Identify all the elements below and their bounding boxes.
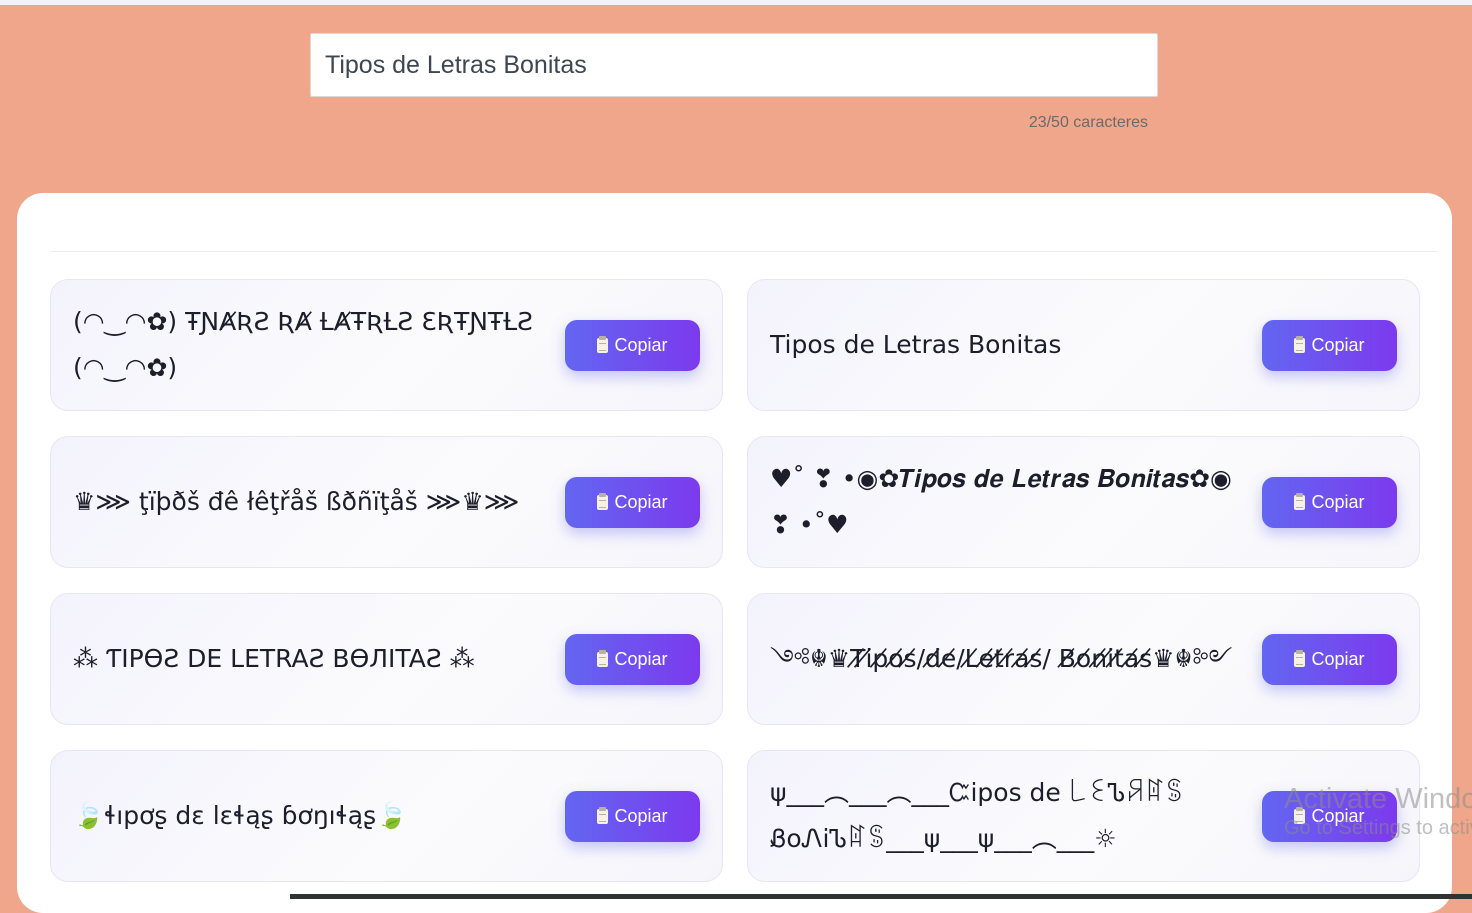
clipboard-icon bbox=[597, 335, 609, 353]
styled-text: 🍃ɬıpơʂ dɛ lɛɬąʂ ɓơŋıɬąʂ🍃 bbox=[73, 801, 408, 830]
copy-button[interactable]: Copiar bbox=[1262, 633, 1397, 685]
copy-button[interactable]: Copiar bbox=[1262, 476, 1397, 528]
result-card: 🍃ɬıpơʂ dɛ lɛɬąʂ ɓơŋıɬąʂ🍃 Copiar bbox=[50, 750, 723, 882]
taskbar-edge bbox=[290, 894, 1472, 899]
text-input-value: Tipos de Letras Bonitas bbox=[325, 50, 587, 79]
result-card: Tipos de Letras Bonitas Copiar bbox=[747, 279, 1420, 411]
clipboard-icon bbox=[1294, 806, 1306, 824]
result-card: ⁂ ƬIPƟƧ DE LETRAƧ BƟЛITAƧ ⁂ Copiar bbox=[50, 593, 723, 725]
result-card: ༺☬♛T̸i̸p̸o̸s̸/d̸e̸/L̸e̸t̸r̸a̸s̸/ B̸o̸n̸i… bbox=[747, 593, 1420, 725]
copy-button[interactable]: Copiar bbox=[565, 790, 700, 842]
styled-text: ༺☬♛T̸i̸p̸o̸s̸/d̸e̸/L̸e̸t̸r̸a̸s̸/ B̸o̸n̸i… bbox=[770, 644, 1233, 673]
clipboard-icon bbox=[1294, 492, 1306, 510]
copy-label: Copiar bbox=[614, 648, 668, 669]
top-edge bbox=[0, 0, 1472, 5]
copy-button[interactable]: Copiar bbox=[565, 319, 700, 371]
character-counter: 23/50 caracteres bbox=[1028, 114, 1148, 131]
result-card: ♛⋙ ţïþðš đê łêţřåš ßðñïţåš ⋙♛⋙ Copiar bbox=[50, 436, 723, 568]
result-card: ψ___︵___︵___Ꮸipos de ꒒ꏂᏖꋪꍏꌚ ᏰoᏁiᏖꍏꌚ___ψ_… bbox=[747, 750, 1420, 882]
copy-label: Copiar bbox=[614, 334, 668, 355]
results-panel: (◠‿◠✿) ŦƝȺƦƧ ƦȺ ȽȺŦƦȽƧ ƐƦŦƝŦȽƧ (◠‿◠✿) Co… bbox=[17, 193, 1452, 913]
styled-text: ⁂ ƬIPƟƧ DE LETRAƧ BƟЛITAƧ ⁂ bbox=[73, 644, 475, 673]
clipboard-icon bbox=[597, 649, 609, 667]
styled-text: ♛⋙ ţïþðš đê łêţřåš ßðñïţåš ⋙♛⋙ bbox=[73, 487, 520, 516]
copy-button[interactable]: Copiar bbox=[1262, 790, 1397, 842]
copy-button[interactable]: Copiar bbox=[565, 633, 700, 685]
copy-label: Copiar bbox=[1311, 805, 1365, 826]
copy-label: Copiar bbox=[1311, 334, 1365, 355]
clipboard-icon bbox=[597, 806, 609, 824]
copy-label: Copiar bbox=[614, 805, 668, 826]
copy-button[interactable]: Copiar bbox=[1262, 319, 1397, 371]
panel-divider bbox=[50, 251, 1437, 252]
result-card: ♥˚ ❣ •◉✿𝑻𝒊𝒑𝒐𝒔 𝒅𝒆 𝑳𝒆𝒕𝒓𝒂𝒔 𝑩𝒐𝒏𝒊𝒕𝒂𝒔✿◉ ❣ •˚♥ … bbox=[747, 436, 1420, 568]
styled-text: ♥˚ ❣ •◉✿𝑻𝒊𝒑𝒐𝒔 𝒅𝒆 𝑳𝒆𝒕𝒓𝒂𝒔 𝑩𝒐𝒏𝒊𝒕𝒂𝒔✿◉ ❣ •˚♥ bbox=[770, 464, 1232, 539]
result-card: (◠‿◠✿) ŦƝȺƦƧ ƦȺ ȽȺŦƦȽƧ ƐƦŦƝŦȽƧ (◠‿◠✿) Co… bbox=[50, 279, 723, 411]
copy-label: Copiar bbox=[1311, 491, 1365, 512]
styled-text: ψ___︵___︵___Ꮸipos de ꒒ꏂᏖꋪꍏꌚ ᏰoᏁiᏖꍏꌚ___ψ_… bbox=[770, 778, 1185, 853]
text-input[interactable]: Tipos de Letras Bonitas bbox=[310, 33, 1158, 97]
clipboard-icon bbox=[1294, 649, 1306, 667]
copy-label: Copiar bbox=[1311, 648, 1365, 669]
clipboard-icon bbox=[1294, 335, 1306, 353]
copy-button[interactable]: Copiar bbox=[565, 476, 700, 528]
results-grid: (◠‿◠✿) ŦƝȺƦƧ ƦȺ ȽȺŦƦȽƧ ƐƦŦƝŦȽƧ (◠‿◠✿) Co… bbox=[50, 279, 1420, 882]
styled-text: Tipos de Letras Bonitas bbox=[770, 330, 1062, 359]
styled-text: (◠‿◠✿) ŦƝȺƦƧ ƦȺ ȽȺŦƦȽƧ ƐƦŦƝŦȽƧ (◠‿◠✿) bbox=[73, 307, 533, 382]
clipboard-icon bbox=[597, 492, 609, 510]
copy-label: Copiar bbox=[614, 491, 668, 512]
